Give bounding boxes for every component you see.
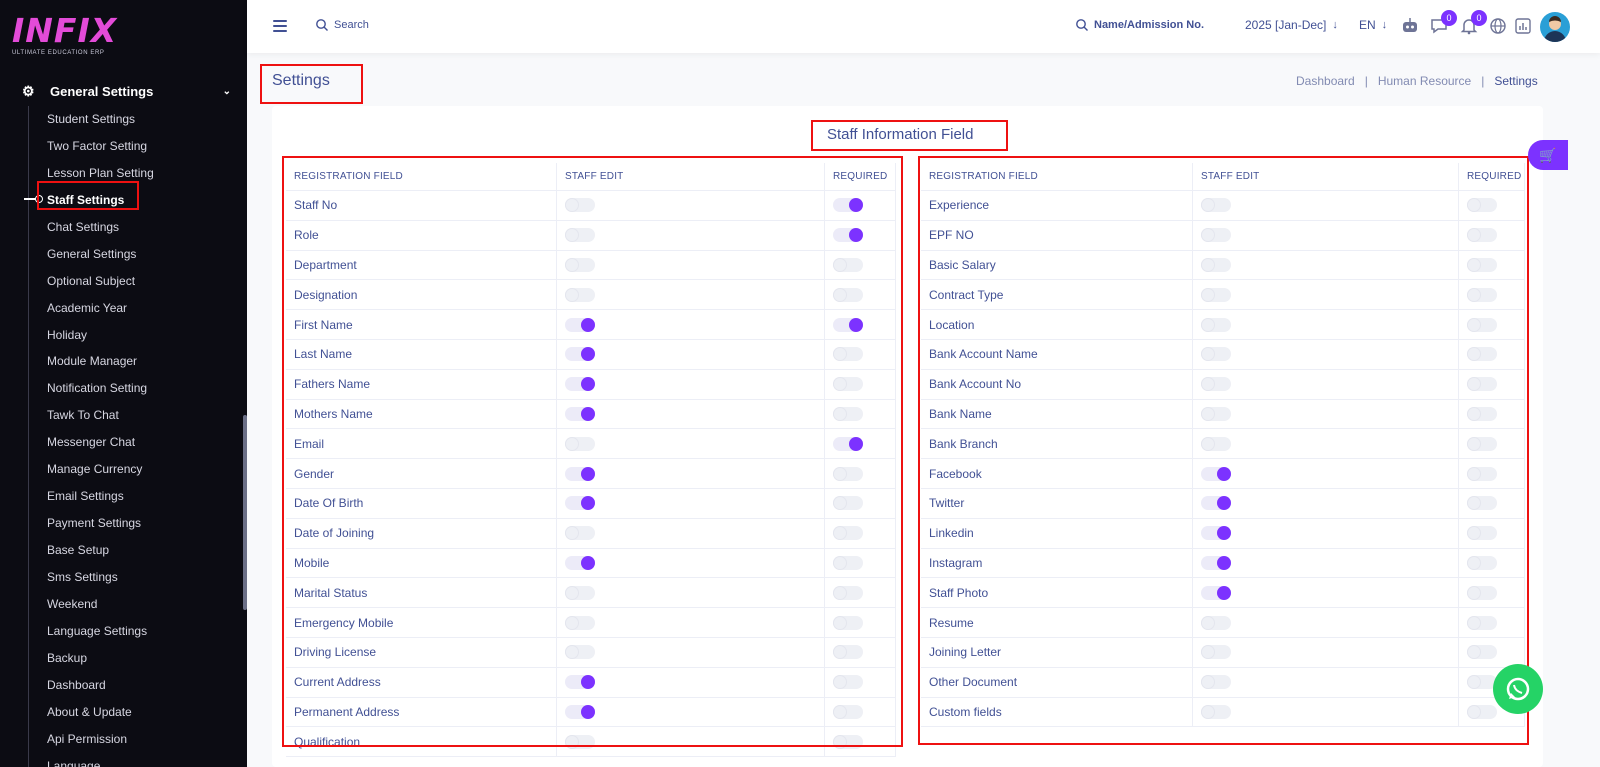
sidebar-item-email-settings[interactable]: Email Settings bbox=[47, 486, 237, 513]
hamburger-icon[interactable] bbox=[273, 20, 287, 32]
sidebar-item-academic-year[interactable]: Academic Year bbox=[47, 298, 237, 325]
sidebar-item-student-settings[interactable]: Student Settings bbox=[47, 109, 237, 136]
sidebar-item-manage-currency[interactable]: Manage Currency bbox=[47, 459, 237, 486]
notification-button[interactable]: 0 bbox=[1459, 10, 1487, 36]
notification-badge: 0 bbox=[1471, 10, 1487, 26]
sidebar-item-dashboard[interactable]: Dashboard bbox=[47, 675, 237, 702]
infix-logo[interactable]: INFIX ULTIMATE EDUCATION ERP bbox=[12, 14, 122, 58]
sidebar-item-weekend[interactable]: Weekend bbox=[47, 594, 237, 621]
globe-icon[interactable] bbox=[1488, 16, 1508, 36]
highlight-box-left-table bbox=[282, 156, 903, 747]
language-select[interactable]: EN ↓ bbox=[1359, 18, 1387, 32]
highlight-box-title bbox=[260, 64, 363, 104]
sidebar-item-about-update[interactable]: About & Update bbox=[47, 702, 237, 729]
sidebar-item-holiday[interactable]: Holiday bbox=[47, 325, 237, 352]
highlight-box-card-title bbox=[811, 120, 1008, 151]
sidebar-tree-line bbox=[28, 106, 29, 767]
breadcrumb-human-resource[interactable]: Human Resource bbox=[1378, 74, 1471, 88]
sidebar-item-backup[interactable]: Backup bbox=[47, 648, 237, 675]
sidebar-item-language[interactable]: Language bbox=[47, 756, 237, 767]
highlight-box-right-table bbox=[918, 156, 1529, 745]
academic-year-select[interactable]: 2025 [Jan-Dec] ↓ bbox=[1245, 18, 1338, 32]
search-box[interactable]: Search bbox=[315, 18, 369, 32]
sidebar-item-payment-settings[interactable]: Payment Settings bbox=[47, 513, 237, 540]
sidebar-group-general-settings[interactable]: ⚙ General Settings ⌄ bbox=[22, 80, 237, 102]
whatsapp-button[interactable] bbox=[1493, 664, 1543, 714]
arrow-down-icon: ↓ bbox=[1332, 19, 1338, 31]
logo-subtitle: ULTIMATE EDUCATION ERP bbox=[12, 50, 105, 56]
breadcrumb-settings: Settings bbox=[1494, 74, 1538, 88]
sidebar-item-language-settings[interactable]: Language Settings bbox=[47, 621, 237, 648]
logo-text: INFIX bbox=[12, 11, 118, 50]
arrow-down-icon: ↓ bbox=[1381, 19, 1388, 31]
sidebar-item-tawk-to-chat[interactable]: Tawk To Chat bbox=[47, 405, 237, 432]
sidebar-item-sms-settings[interactable]: Sms Settings bbox=[47, 567, 237, 594]
avatar[interactable] bbox=[1540, 12, 1570, 42]
search-icon bbox=[1076, 19, 1088, 31]
search-icon bbox=[316, 19, 328, 31]
sidebar: INFIX ULTIMATE EDUCATION ERP ⚙ General S… bbox=[0, 0, 247, 767]
breadcrumb: Dashboard | Human Resource | Settings bbox=[1296, 74, 1538, 88]
sidebar-scrollbar[interactable] bbox=[243, 415, 247, 610]
admission-search[interactable]: Name/Admission No. bbox=[1075, 18, 1204, 32]
sidebar-item-two-factor-setting[interactable]: Two Factor Setting bbox=[47, 136, 237, 163]
gears-icon: ⚙ bbox=[22, 82, 35, 99]
sidebar-group-label: General Settings bbox=[50, 83, 154, 99]
sidebar-item-general-settings[interactable]: General Settings bbox=[47, 244, 237, 271]
sidebar-item-module-manager[interactable]: Module Manager bbox=[47, 351, 237, 378]
cart-button[interactable]: 🛒 bbox=[1528, 140, 1568, 170]
breadcrumb-dashboard[interactable]: Dashboard bbox=[1296, 74, 1355, 88]
language-value: EN bbox=[1359, 18, 1376, 32]
admission-search-placeholder: Name/Admission No. bbox=[1094, 19, 1205, 31]
sidebar-item-messenger-chat[interactable]: Messenger Chat bbox=[47, 432, 237, 459]
chat-button[interactable]: 0 bbox=[1429, 10, 1457, 36]
top-bar: Search Name/Admission No. 2025 [Jan-Dec]… bbox=[247, 0, 1600, 53]
sidebar-item-base-setup[interactable]: Base Setup bbox=[47, 540, 237, 567]
search-placeholder: Search bbox=[334, 19, 369, 31]
chat-badge: 0 bbox=[1441, 10, 1457, 26]
highlight-box-staff-settings bbox=[37, 181, 139, 210]
robot-icon[interactable] bbox=[1400, 16, 1420, 36]
chart-icon[interactable] bbox=[1513, 16, 1533, 36]
chevron-down-icon: ⌄ bbox=[222, 85, 231, 97]
sidebar-item-chat-settings[interactable]: Chat Settings bbox=[47, 217, 237, 244]
whatsapp-icon bbox=[1506, 677, 1530, 701]
cart-icon: 🛒 bbox=[1539, 147, 1557, 163]
sidebar-item-notification-setting[interactable]: Notification Setting bbox=[47, 378, 237, 405]
academic-year-value: 2025 [Jan-Dec] bbox=[1245, 18, 1327, 32]
sidebar-item-api-permission[interactable]: Api Permission bbox=[47, 729, 237, 756]
sidebar-item-optional-subject[interactable]: Optional Subject bbox=[47, 271, 237, 298]
